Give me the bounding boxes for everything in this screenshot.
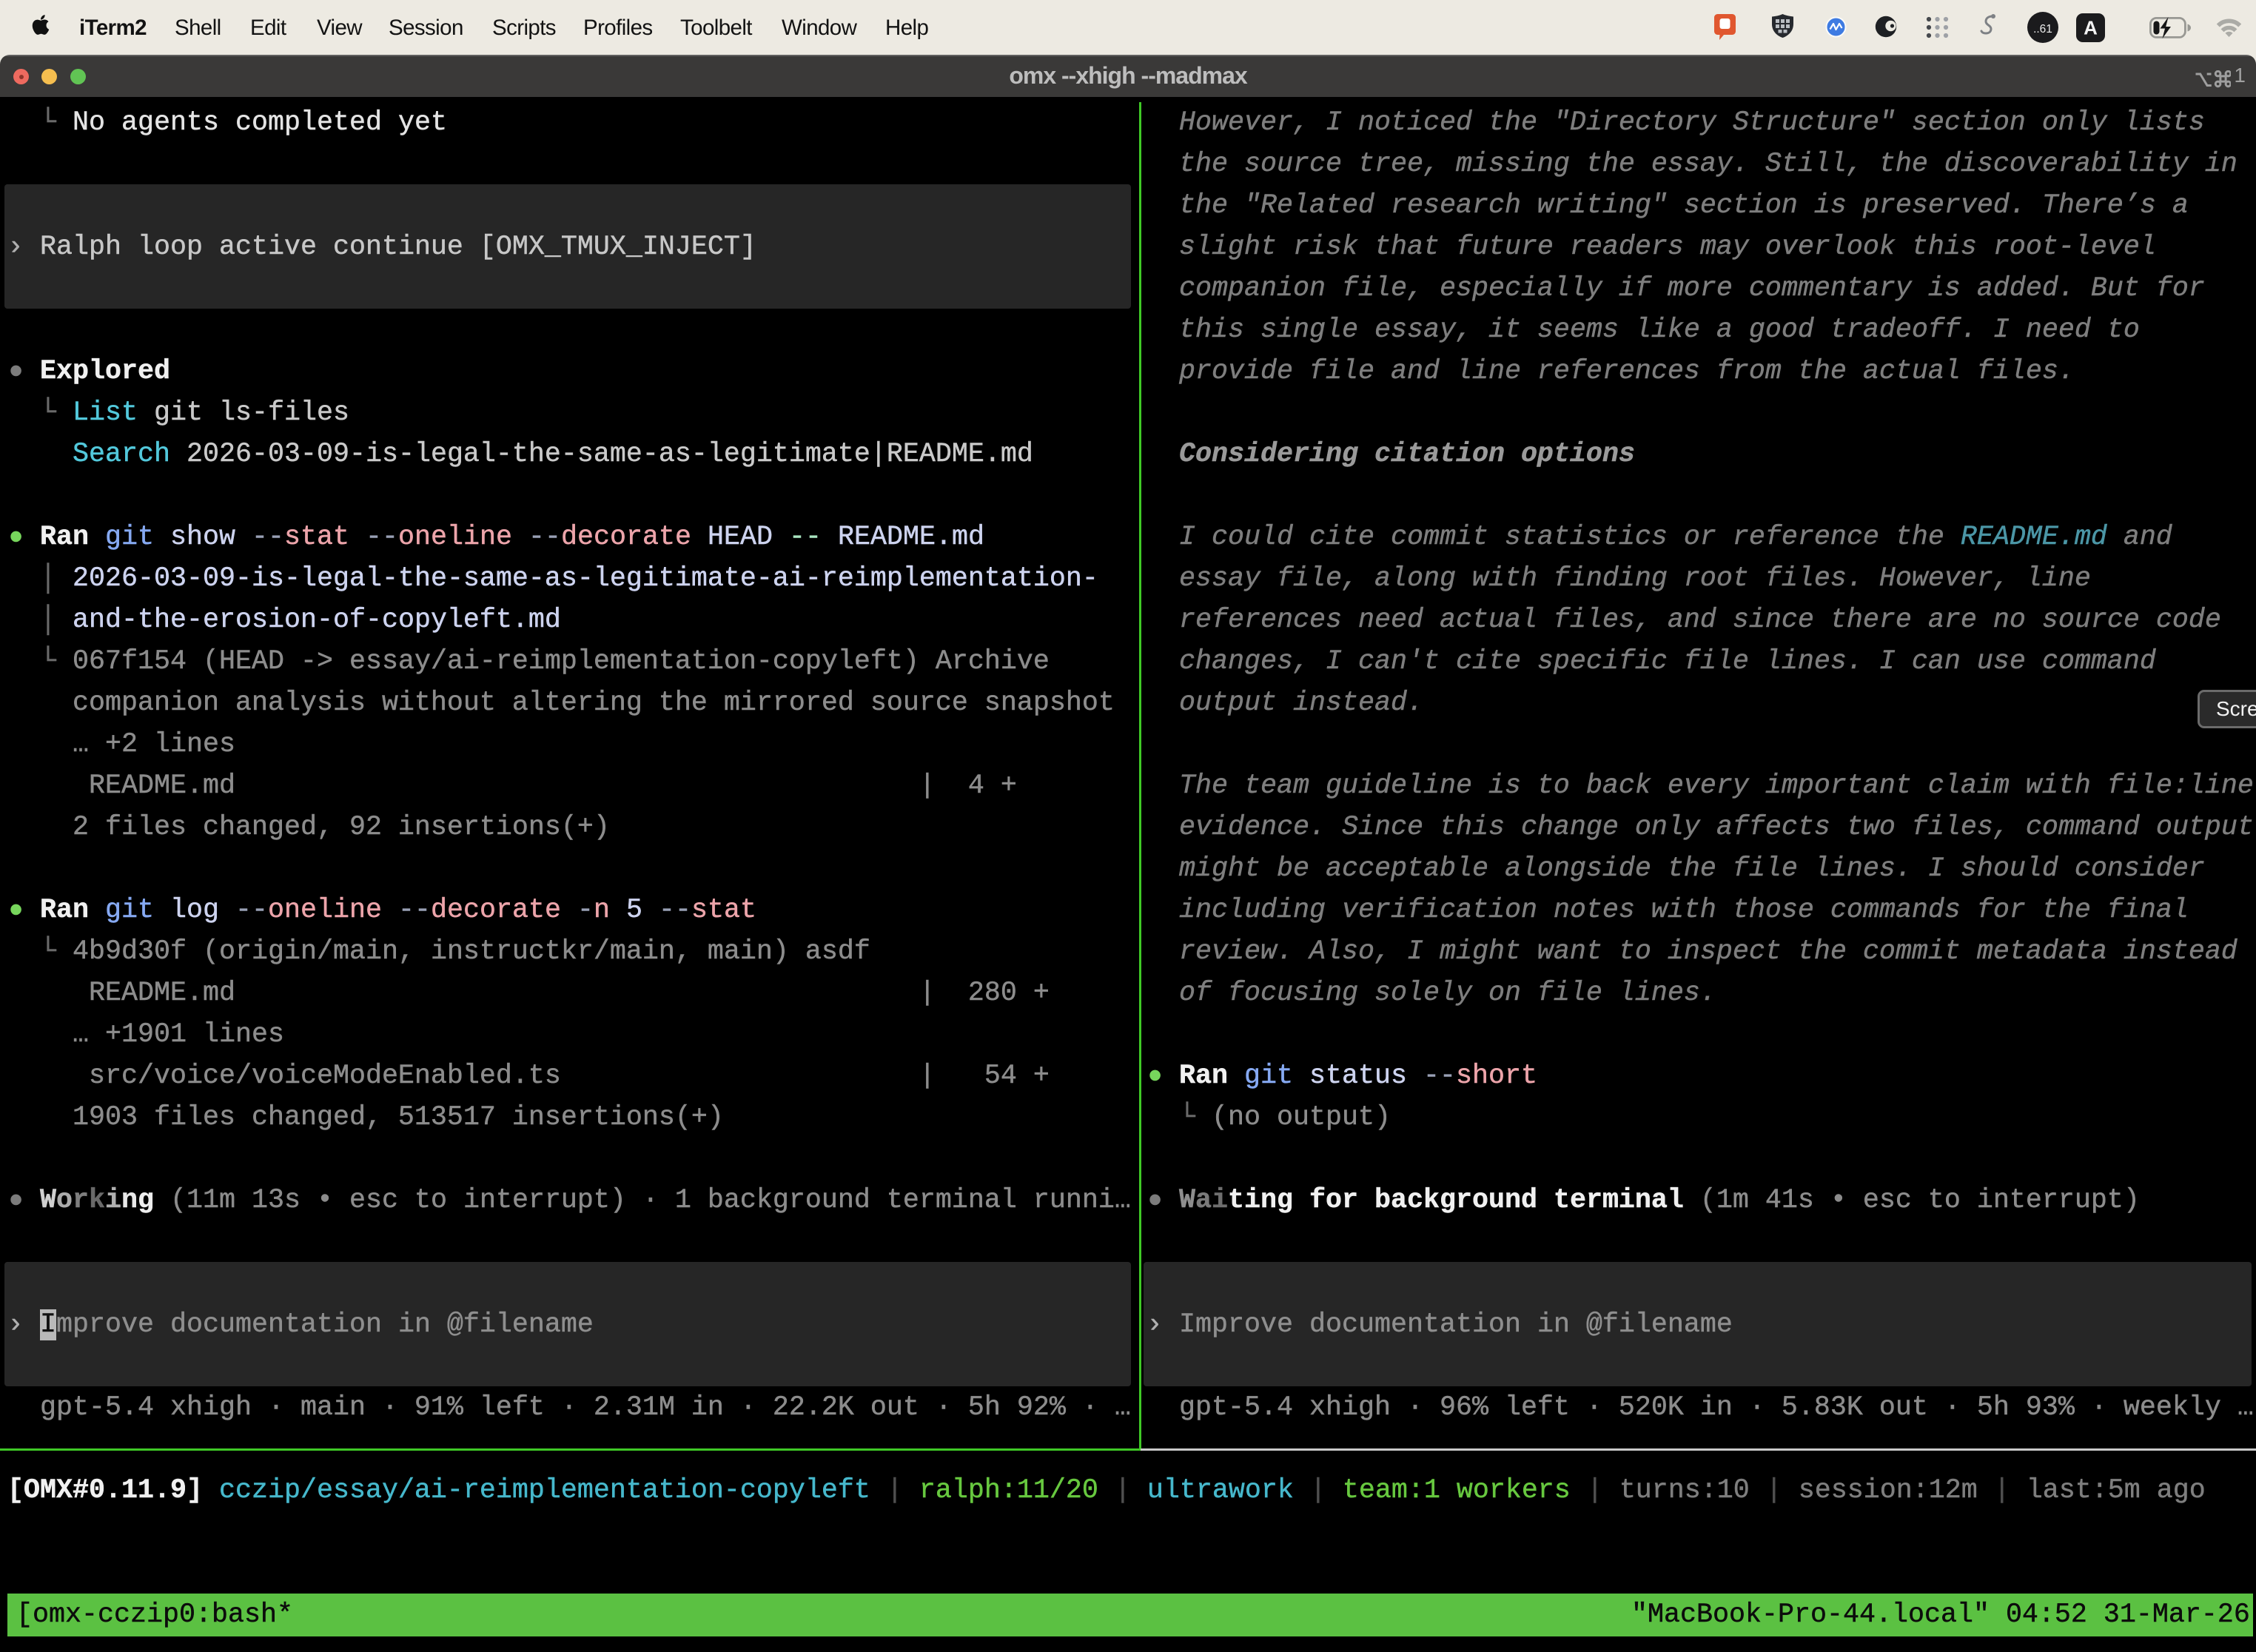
- svg-text:A: A: [2084, 17, 2098, 39]
- svg-text:..61: ..61: [2033, 23, 2052, 36]
